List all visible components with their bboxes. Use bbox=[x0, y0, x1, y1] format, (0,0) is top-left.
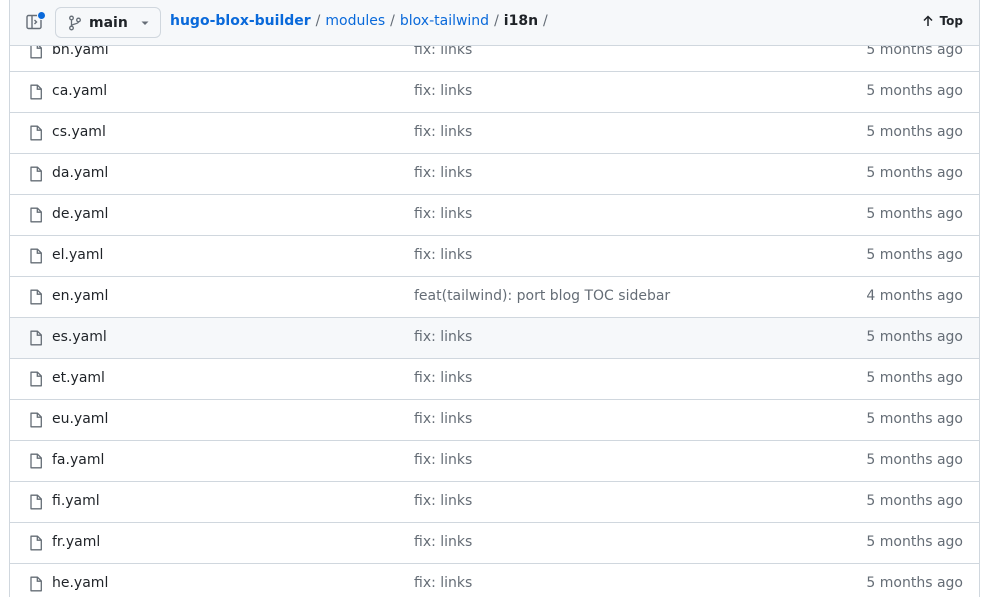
file-name-link[interactable]: fi.yaml bbox=[52, 493, 100, 509]
file-icon bbox=[29, 166, 43, 182]
file-row[interactable]: es.yaml fix: links 5 months ago bbox=[10, 317, 979, 358]
file-row[interactable]: he.yaml fix: links 5 months ago bbox=[10, 563, 979, 597]
commit-message-link[interactable]: fix: links bbox=[414, 411, 472, 427]
file-row[interactable]: fi.yaml fix: links 5 months ago bbox=[10, 481, 979, 522]
breadcrumb-separator: / bbox=[543, 13, 548, 29]
file-name-link[interactable]: fr.yaml bbox=[52, 534, 100, 550]
back-to-top-button[interactable]: Top bbox=[922, 14, 963, 28]
file-name-link[interactable]: el.yaml bbox=[52, 247, 103, 263]
file-row[interactable]: fr.yaml fix: links 5 months ago bbox=[10, 522, 979, 563]
breadcrumb: hugo-blox-builder / modules / blox-tailwind /… bbox=[170, 13, 553, 29]
file-row[interactable]: de.yaml fix: links 5 months ago bbox=[10, 194, 979, 235]
file-name-link[interactable]: fa.yaml bbox=[52, 452, 104, 468]
notification-dot bbox=[37, 11, 46, 20]
file-icon bbox=[29, 576, 43, 592]
file-name-link[interactable]: da.yaml bbox=[52, 165, 108, 181]
commit-date: 5 months ago bbox=[866, 206, 963, 222]
file-row[interactable]: et.yaml fix: links 5 months ago bbox=[10, 358, 979, 399]
breadcrumb-separator: / bbox=[390, 13, 395, 29]
breadcrumb-link-blox-tailwind[interactable]: blox-tailwind bbox=[400, 13, 489, 29]
file-icon bbox=[29, 330, 43, 346]
commit-message-link[interactable]: fix: links bbox=[414, 165, 472, 181]
commit-message-link[interactable]: fix: links bbox=[414, 247, 472, 263]
file-name-link[interactable]: es.yaml bbox=[52, 329, 107, 345]
file-browser: main hugo-blox-builder / modules / blox-tail… bbox=[9, 0, 980, 597]
back-to-top-label: Top bbox=[939, 14, 963, 28]
file-list: bn.yaml fix: links 5 months ago ca.yaml fix:… bbox=[10, 30, 979, 597]
sticky-header: main hugo-blox-builder / modules / blox-tail… bbox=[10, 0, 979, 46]
commit-date: 5 months ago bbox=[866, 452, 963, 468]
commit-date: 5 months ago bbox=[866, 493, 963, 509]
commit-date: 5 months ago bbox=[866, 370, 963, 386]
commit-message-link[interactable]: fix: links bbox=[414, 493, 472, 509]
file-row[interactable]: el.yaml fix: links 5 months ago bbox=[10, 235, 979, 276]
file-icon bbox=[29, 453, 43, 469]
caret-down-icon bbox=[141, 21, 149, 25]
commit-date: 5 months ago bbox=[866, 534, 963, 550]
breadcrumb-repo-link[interactable]: hugo-blox-builder bbox=[170, 13, 311, 29]
file-icon bbox=[29, 289, 43, 305]
commit-message-link[interactable]: fix: links bbox=[414, 370, 472, 386]
commit-date: 5 months ago bbox=[866, 83, 963, 99]
file-name-link[interactable]: he.yaml bbox=[52, 575, 108, 591]
breadcrumb-separator: / bbox=[315, 13, 321, 29]
branch-selector-button[interactable]: main bbox=[55, 7, 161, 38]
file-icon bbox=[29, 207, 43, 223]
file-icon bbox=[29, 412, 43, 428]
commit-message-link[interactable]: fix: links bbox=[414, 534, 472, 550]
file-name-link[interactable]: et.yaml bbox=[52, 370, 105, 386]
file-row[interactable]: da.yaml fix: links 5 months ago bbox=[10, 153, 979, 194]
sidebar-toggle-button[interactable] bbox=[24, 11, 46, 32]
breadcrumb-separator: / bbox=[494, 13, 499, 29]
file-icon bbox=[29, 248, 43, 264]
commit-date: 5 months ago bbox=[866, 329, 963, 345]
commit-message-link[interactable]: fix: links bbox=[414, 124, 472, 140]
arrow-up-icon bbox=[923, 15, 933, 26]
file-icon bbox=[29, 125, 43, 141]
commit-date: 4 months ago bbox=[866, 288, 963, 304]
file-name-link[interactable]: cs.yaml bbox=[52, 124, 106, 140]
file-name-link[interactable]: eu.yaml bbox=[52, 411, 108, 427]
file-name-link[interactable]: en.yaml bbox=[52, 288, 108, 304]
commit-message-link[interactable]: fix: links bbox=[414, 329, 472, 345]
commit-message-link[interactable]: fix: links bbox=[414, 206, 472, 222]
git-branch-icon bbox=[69, 15, 81, 30]
commit-date: 5 months ago bbox=[866, 124, 963, 140]
commit-date: 5 months ago bbox=[866, 165, 963, 181]
file-icon bbox=[29, 494, 43, 510]
commit-date: 5 months ago bbox=[866, 247, 963, 263]
commit-message-link[interactable]: fix: links bbox=[414, 575, 472, 591]
breadcrumb-current: i18n bbox=[503, 13, 539, 29]
file-row[interactable]: ca.yaml fix: links 5 months ago bbox=[10, 71, 979, 112]
file-row[interactable]: cs.yaml fix: links 5 months ago bbox=[10, 112, 979, 153]
breadcrumb-link-modules[interactable]: modules bbox=[325, 13, 385, 29]
file-row[interactable]: fa.yaml fix: links 5 months ago bbox=[10, 440, 979, 481]
file-icon bbox=[29, 535, 43, 551]
commit-date: 5 months ago bbox=[866, 411, 963, 427]
file-icon bbox=[29, 84, 43, 100]
commit-date: 5 months ago bbox=[866, 575, 963, 591]
file-name-link[interactable]: de.yaml bbox=[52, 206, 108, 222]
commit-message-link[interactable]: fix: links bbox=[414, 452, 472, 468]
commit-message-link[interactable]: feat(tailwind): port blog TOC sidebar bbox=[414, 288, 670, 304]
file-row[interactable]: en.yaml feat(tailwind): port blog TOC sid… bbox=[10, 276, 979, 317]
branch-name: main bbox=[89, 14, 128, 31]
file-icon bbox=[29, 371, 43, 387]
file-name-link[interactable]: ca.yaml bbox=[52, 83, 107, 99]
file-row[interactable]: eu.yaml fix: links 5 months ago bbox=[10, 399, 979, 440]
commit-message-link[interactable]: fix: links bbox=[414, 83, 472, 99]
